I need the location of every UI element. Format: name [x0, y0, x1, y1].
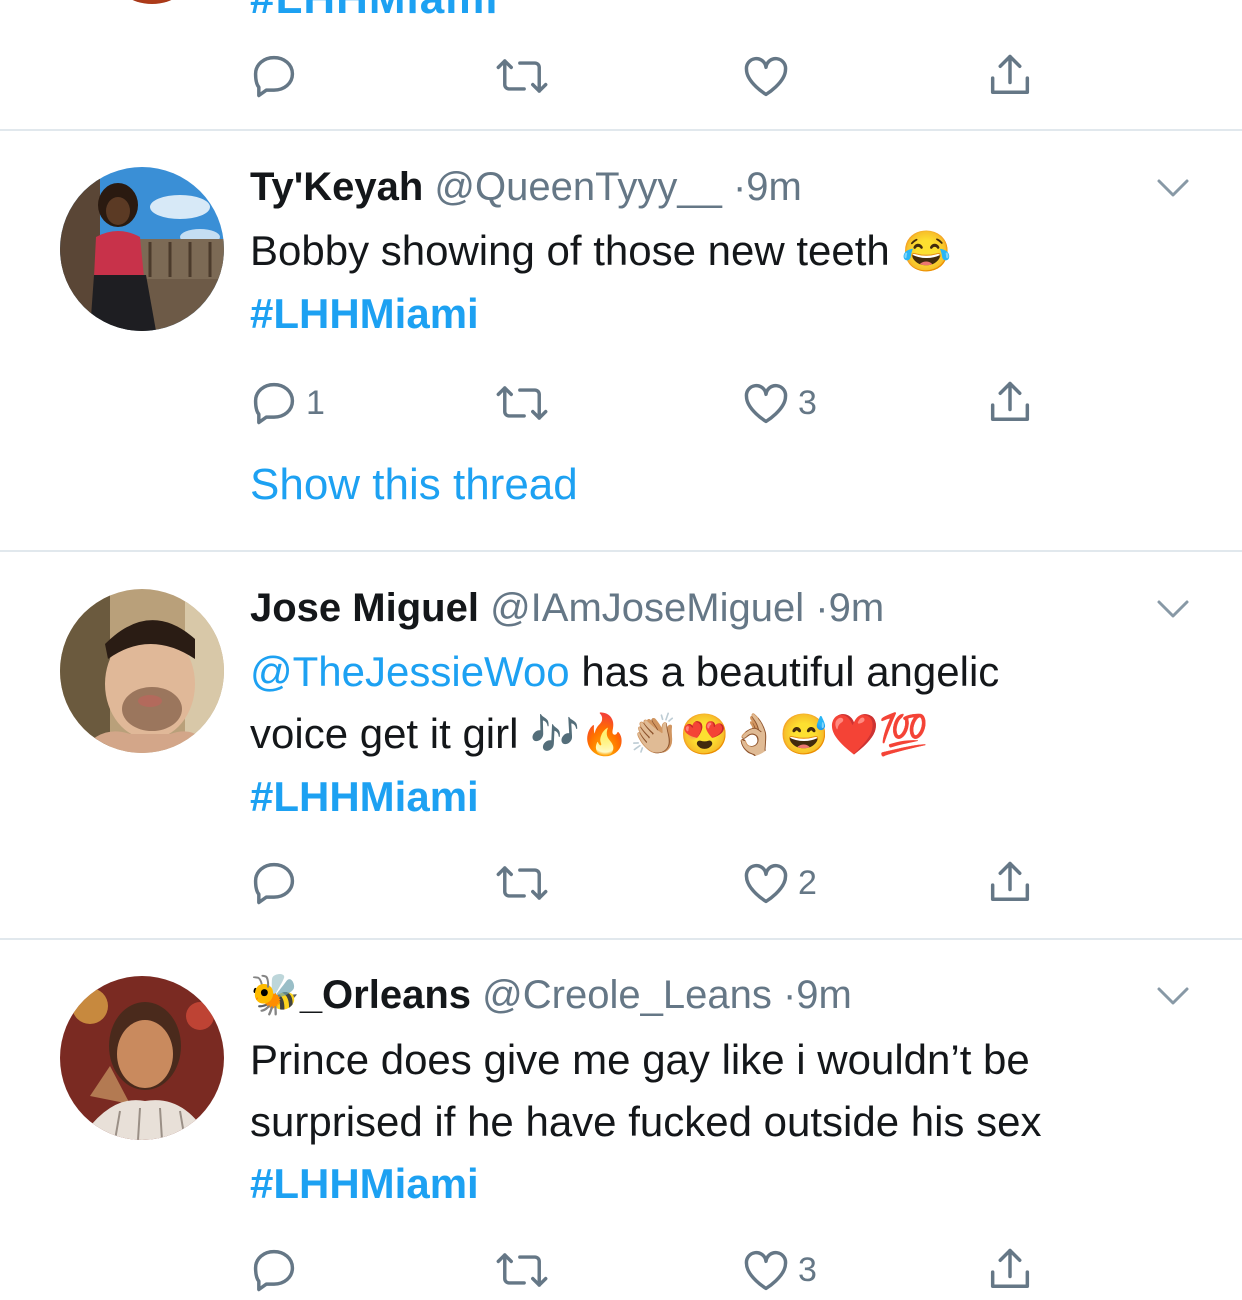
share-icon [990, 381, 1030, 421]
tweet-actions: 3 [0, 1240, 1242, 1300]
timestamp[interactable]: 9m [746, 165, 802, 209]
timestamp[interactable]: 9m [829, 586, 885, 630]
reply-button[interactable] [248, 1240, 300, 1300]
share-button[interactable] [984, 373, 1036, 433]
avatar-image [60, 976, 224, 1140]
like-button[interactable]: 3 [740, 373, 817, 433]
avatar-orleans[interactable] [60, 976, 224, 1140]
display-name[interactable]: _Orleans [300, 973, 471, 1017]
reply-icon [253, 55, 295, 98]
divider [0, 938, 1242, 940]
user-handle[interactable]: @QueenTyyy__ [434, 165, 721, 209]
tweet-header: Ty'Keyah @QueenTyyy__ ·9m [250, 163, 802, 211]
share-button[interactable] [984, 46, 1036, 106]
reply-button[interactable]: 1 [248, 373, 325, 433]
hashtag-link[interactable]: #LHHMiami [250, 1153, 1210, 1215]
mention-link[interactable]: @TheJessieWoo [250, 648, 570, 695]
tweet-emojis: 🎶🔥👏🏼😍👌🏼😅❤️💯 [530, 713, 929, 757]
tweet-text-line: voice get it girl [250, 710, 519, 757]
avatar[interactable] [112, 0, 192, 4]
tweet-actions [0, 46, 1242, 106]
retweet-button[interactable] [494, 373, 550, 433]
tweet-actions: 1 3 [0, 373, 1242, 433]
tweet-text-line: Prince does give me gay like i wouldn’t … [250, 1036, 1030, 1083]
avatar-jose-miguel[interactable] [60, 589, 224, 753]
reply-icon [253, 1249, 295, 1292]
retweet-icon [496, 386, 548, 420]
retweet-button[interactable] [494, 46, 550, 106]
heart-icon [744, 1250, 788, 1291]
timestamp[interactable]: 9m [796, 973, 852, 1017]
heart-icon [744, 863, 788, 904]
share-button[interactable] [984, 1240, 1036, 1300]
tweet-text: @TheJessieWoo has a beautiful angelic vo… [250, 641, 1210, 828]
chevron-down-icon[interactable] [1156, 986, 1190, 1006]
reply-button[interactable] [248, 46, 300, 106]
tweet-header: 🐝_Orleans @Creole_Leans ·9m [250, 971, 852, 1019]
like-button[interactable]: 2 [740, 853, 817, 913]
heart-icon [744, 56, 788, 97]
like-button[interactable]: 3 [740, 1240, 817, 1300]
tweet-text-line: Bobby showing of those new teeth [250, 227, 890, 274]
tweet-header: Jose Miguel @IAmJoseMiguel ·9m [250, 584, 884, 632]
like-count: 3 [798, 383, 817, 422]
chevron-down-icon[interactable] [1156, 178, 1190, 198]
heart-icon [744, 383, 788, 424]
avatar-image [60, 167, 224, 331]
tweet-actions: 2 [0, 853, 1242, 913]
divider [0, 129, 1242, 131]
bee-icon: 🐝 [250, 973, 300, 1017]
reply-count: 1 [306, 383, 325, 422]
tweet-text: Bobby showing of those new teeth 😂 #LHHM… [250, 220, 1210, 345]
share-button[interactable] [984, 853, 1036, 913]
user-handle[interactable]: @Creole_Leans [482, 973, 772, 1017]
share-icon [990, 1248, 1030, 1288]
separator-dot: · [782, 973, 797, 1017]
user-handle[interactable]: @IAmJoseMiguel [490, 586, 804, 630]
divider [0, 550, 1242, 552]
show-thread-link[interactable]: Show this thread [250, 460, 578, 510]
like-count: 2 [798, 863, 817, 902]
retweet-icon [496, 1253, 548, 1287]
display-name[interactable]: Ty'Keyah [250, 165, 423, 209]
tweet-emojis: 😂 [901, 230, 952, 274]
retweet-icon [496, 59, 548, 93]
hashtag-link[interactable]: #LHHMiami [250, 766, 1210, 828]
avatar-image [60, 589, 224, 753]
tweet-text-line: has a beautiful angelic [569, 648, 1000, 695]
retweet-button[interactable] [494, 853, 550, 913]
retweet-button[interactable] [494, 1240, 550, 1300]
reply-button[interactable] [248, 853, 300, 913]
separator-dot: · [815, 586, 829, 630]
tweet-text: Prince does give me gay like i wouldn’t … [250, 1029, 1210, 1215]
hashtag-link[interactable]: #LHHMiami [250, 283, 1210, 345]
chevron-down-icon[interactable] [1156, 599, 1190, 619]
avatar-tykeyah[interactable] [60, 167, 224, 331]
share-icon [990, 861, 1030, 901]
hashtag-link[interactable]: #LHHMiami [250, 0, 499, 24]
retweet-icon [496, 866, 548, 900]
share-icon [990, 54, 1030, 94]
tweet-text-line: surprised if he have fucked outside his … [250, 1098, 1042, 1145]
display-name[interactable]: Jose Miguel [250, 586, 479, 630]
reply-icon [253, 862, 295, 905]
like-button[interactable] [740, 46, 792, 106]
separator-dot: · [732, 165, 747, 209]
reply-icon [253, 382, 295, 425]
like-count: 3 [798, 1250, 817, 1289]
